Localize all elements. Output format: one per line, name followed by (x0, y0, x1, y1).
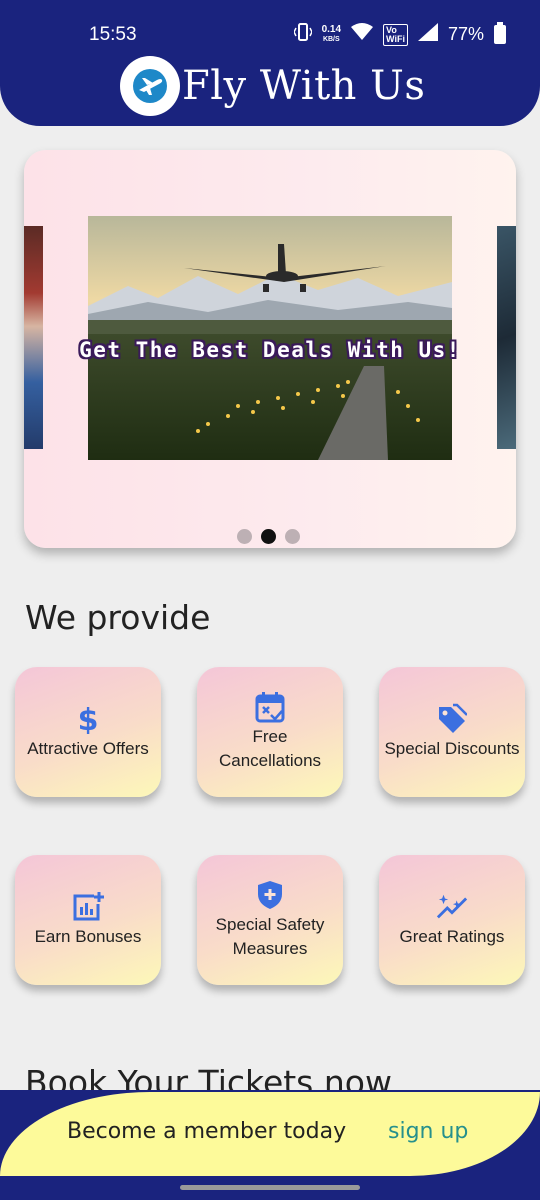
feature-label: Attractive Offers (27, 739, 149, 758)
vowifi-badge: Vo WiFi (383, 23, 408, 46)
tag-icon (436, 703, 468, 735)
status-bar: 15:53 0.14 KB/S Vo WiFi 77% (0, 20, 540, 52)
promo-carousel[interactable]: Get The Best Deals With Us! (24, 150, 516, 548)
network-speed: 0.14 KB/S (321, 23, 342, 45)
net-speed-value: 0.14 (321, 23, 342, 35)
signal-icon (417, 23, 438, 46)
feature-card-free-cancellations[interactable]: Free Cancellations (197, 667, 343, 797)
battery-icon (494, 22, 506, 44)
battery-percent: 77% (447, 24, 484, 44)
sparkle-trend-icon (436, 891, 468, 923)
feature-card-attractive-offers[interactable]: $ Attractive Offers (15, 667, 161, 797)
dollar-icon: $ (72, 703, 104, 735)
status-time: 15:53 (89, 24, 137, 45)
calendar-cancel-icon (254, 691, 286, 723)
feature-label: Free Cancellations (218, 727, 322, 770)
feature-label: Special Discounts (384, 739, 520, 758)
app-title: Fly With Us (182, 63, 426, 109)
carousel-dot-active[interactable] (261, 529, 276, 544)
carousel-banner-text: Get The Best Deals With Us! (79, 338, 461, 362)
home-indicator[interactable] (180, 1185, 360, 1190)
svg-text:$: $ (78, 704, 99, 734)
chart-add-icon (72, 891, 104, 923)
vibrate-icon (292, 22, 313, 47)
feature-label: Special Safety Measures (215, 915, 325, 958)
feature-card-special-discounts[interactable]: Special Discounts (379, 667, 525, 797)
feature-label: Earn Bonuses (34, 927, 142, 946)
section-title-we-provide: We provide (25, 598, 211, 637)
app-title-row: Fly With Us (120, 56, 425, 116)
feature-card-earn-bonuses[interactable]: Earn Bonuses (15, 855, 161, 985)
feature-card-special-safety-measures[interactable]: Special Safety Measures (197, 855, 343, 985)
shield-plus-icon (254, 879, 286, 911)
carousel-dot[interactable] (237, 529, 252, 544)
carousel-pagination (237, 529, 300, 544)
vowifi-line2: WiFi (386, 33, 405, 44)
carousel-dot[interactable] (285, 529, 300, 544)
member-banner-text: Become a member today (67, 1119, 347, 1144)
feature-label: Great Ratings (399, 927, 505, 946)
sign-up-link[interactable]: sign up (388, 1119, 468, 1144)
status-icons: 0.14 KB/S Vo WiFi 77% (292, 22, 506, 47)
app-header: 15:53 0.14 KB/S Vo WiFi 77% Fly With Us (0, 0, 540, 126)
net-speed-unit: KB/S (322, 35, 340, 43)
wifi-icon (351, 23, 374, 46)
feature-card-great-ratings[interactable]: Great Ratings (379, 855, 525, 985)
airplane-logo-icon (120, 56, 180, 116)
